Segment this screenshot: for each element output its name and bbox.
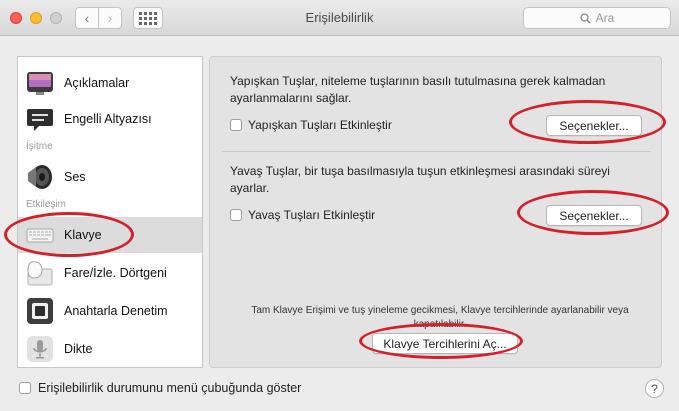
sidebar-item-label: Klavye	[64, 228, 102, 242]
mouse-trackpad-icon	[26, 259, 54, 287]
title-bar: ‹ › Erişilebilirlik Ara	[0, 0, 679, 36]
sidebar-section-interaction: Etkileşim	[26, 199, 67, 210]
menu-bar-status-label: Erişilebilirlik durumunu menü çubuğunda …	[38, 381, 302, 395]
open-keyboard-preferences-button[interactable]: Klavye Tercihlerini Aç...	[372, 333, 518, 354]
sticky-keys-checkbox[interactable]	[230, 119, 242, 131]
slow-keys-checkbox[interactable]	[230, 209, 242, 221]
sticky-keys-checkbox-row[interactable]: Yapışkan Tuşları Etkinleştir	[230, 118, 392, 132]
slow-keys-checkbox-label: Yavaş Tuşları Etkinleştir	[248, 208, 376, 222]
slow-keys-checkbox-row[interactable]: Yavaş Tuşları Etkinleştir	[230, 208, 375, 222]
section-divider	[222, 151, 651, 152]
speaker-icon	[26, 163, 54, 191]
sidebar-item-label: Fare/İzle. Dörtgeni	[64, 266, 167, 280]
menu-bar-status-checkbox[interactable]	[19, 382, 31, 394]
slow-keys-description: Yavaş Tuşlar, bir tuşa basılmasıyla tuşu…	[230, 164, 610, 195]
help-button[interactable]: ?	[645, 379, 664, 398]
sidebar-item-keyboard[interactable]: Klavye	[18, 217, 202, 253]
menu-bar-status-row[interactable]: Erişilebilirlik durumunu menü çubuğunda …	[19, 381, 301, 395]
slow-keys-options-button[interactable]: Seçenekler...	[546, 205, 642, 226]
sidebar-item-label: Açıklamalar	[64, 76, 130, 90]
sidebar-item-captions[interactable]: Engelli Altyazısı	[18, 101, 202, 137]
sidebar: Açıklamalar Engelli Altyazısı İşitme Ses…	[17, 56, 203, 368]
sidebar-item-descriptions[interactable]: Açıklamalar	[18, 65, 202, 101]
captions-icon	[26, 105, 54, 133]
descriptions-icon	[26, 69, 54, 97]
microphone-icon	[26, 335, 54, 363]
keyboard-footnote: Tam Klavye Erişimi ve tuş yineleme gecik…	[251, 305, 629, 330]
switch-control-icon	[26, 297, 54, 325]
sticky-keys-description: Yapışkan Tuşlar, niteleme tuşlarının bas…	[230, 74, 606, 105]
keyboard-icon	[26, 221, 54, 249]
sidebar-section-hearing: İşitme	[26, 141, 53, 152]
search-icon	[580, 12, 591, 23]
sidebar-item-dictation[interactable]: Dikte	[18, 331, 202, 367]
sidebar-item-label: Engelli Altyazısı	[64, 112, 152, 126]
sidebar-item-mouse-trackpad[interactable]: Fare/İzle. Dörtgeni	[18, 255, 202, 291]
sticky-keys-checkbox-label: Yapışkan Tuşları Etkinleştir	[248, 118, 392, 132]
sidebar-item-label: Dikte	[64, 342, 93, 356]
sidebar-item-label: Anahtarla Denetim	[64, 304, 168, 318]
search-field[interactable]: Ara	[523, 7, 671, 29]
search-placeholder: Ara	[595, 11, 615, 25]
sidebar-item-label: Ses	[64, 170, 86, 184]
sticky-keys-options-button[interactable]: Seçenekler...	[546, 115, 642, 136]
sidebar-item-switch-control[interactable]: Anahtarla Denetim	[18, 293, 202, 329]
sidebar-item-audio[interactable]: Ses	[18, 159, 202, 195]
keyboard-settings-panel: Yapışkan Tuşlar, niteleme tuşlarının bas…	[209, 56, 662, 368]
